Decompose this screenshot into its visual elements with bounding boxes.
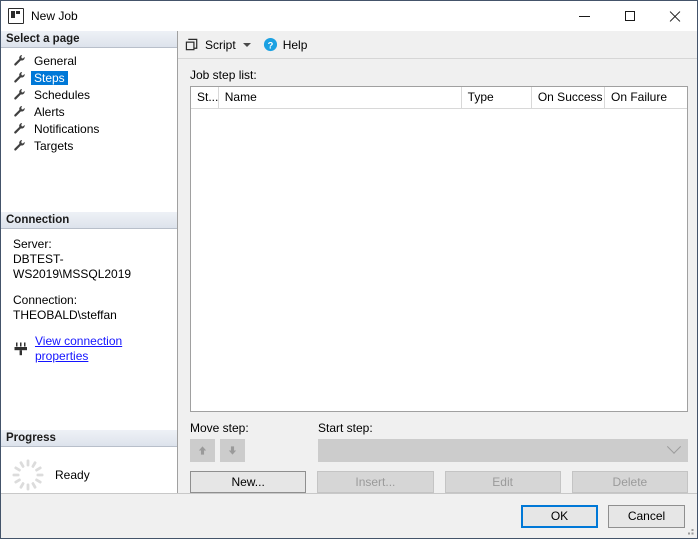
column-header-step-id[interactable]: St... — [191, 87, 219, 108]
sidebar-item-notifications[interactable]: Notifications — [1, 120, 177, 137]
select-page-header: Select a page — [1, 31, 177, 48]
sidebar-item-targets[interactable]: Targets — [1, 137, 177, 154]
move-step-label: Move step: — [190, 421, 249, 435]
sidebar-item-label: Notifications — [34, 121, 100, 136]
sidebar-spacer-bottom — [1, 372, 177, 430]
minimize-button[interactable] — [562, 1, 607, 31]
minimize-icon — [579, 15, 590, 17]
progress-header: Progress — [1, 430, 177, 447]
progress-info: Ready — [1, 447, 177, 493]
progress-status: Ready — [55, 468, 90, 482]
sidebar-item-label: Targets — [34, 138, 74, 153]
script-button-label[interactable]: Script — [205, 38, 236, 52]
edit-step-button[interactable]: Edit — [444, 471, 561, 493]
content-pane: Script ? Help Job step list: St... Name … — [178, 31, 697, 493]
start-step-dropdown[interactable] — [318, 439, 688, 462]
job-step-list-header: St... Name Type On Success On Failure — [191, 87, 687, 109]
sidebar-spacer-top — [1, 154, 177, 212]
move-step-group: Move step: — [190, 421, 318, 462]
close-icon — [669, 10, 681, 22]
view-connection-properties-label: View connection properties — [35, 334, 123, 363]
wrench-icon — [14, 72, 25, 83]
new-step-button[interactable]: New... — [190, 471, 307, 493]
sidebar-item-label: Schedules — [34, 87, 91, 102]
wrench-icon — [14, 106, 25, 117]
chevron-down-icon — [666, 439, 682, 454]
progress-spinner-icon — [12, 459, 44, 491]
delete-step-button[interactable]: Delete — [571, 471, 688, 493]
dialog-body: Select a page General Steps Schedules Al… — [1, 31, 697, 493]
column-header-on-success[interactable]: On Success — [532, 87, 605, 108]
wrench-icon — [14, 89, 25, 100]
wrench-icon — [14, 55, 25, 66]
sidebar-item-schedules[interactable]: Schedules — [1, 86, 177, 103]
server-label: Server: — [13, 237, 52, 251]
step-controls: Move step: Start step: New... Insert... … — [178, 412, 697, 493]
wrench-icon — [14, 140, 25, 151]
steps-panel: Job step list: St... Name Type On Succes… — [178, 59, 697, 412]
sidebar-item-alerts[interactable]: Alerts — [1, 103, 177, 120]
move-step-buttons — [190, 439, 318, 462]
column-header-name[interactable]: Name — [219, 87, 462, 108]
connection-header: Connection — [1, 212, 177, 229]
cancel-button[interactable]: Cancel — [608, 504, 685, 528]
maximize-button[interactable] — [607, 1, 652, 31]
maximize-icon — [624, 11, 635, 21]
start-step-label: Start step: — [318, 421, 373, 435]
close-button[interactable] — [652, 1, 697, 31]
sidebar-item-label: Steps — [31, 70, 68, 85]
window-controls — [562, 1, 697, 31]
sidebar-item-general[interactable]: General — [1, 52, 177, 69]
help-circle-icon[interactable]: ? — [263, 37, 278, 52]
resize-grip-icon[interactable] — [683, 524, 695, 536]
toolbar: Script ? Help — [178, 31, 697, 59]
view-connection-properties-link[interactable]: View connection properties — [13, 334, 177, 364]
job-window-icon — [8, 8, 24, 24]
sidebar-item-label: Alerts — [34, 104, 65, 119]
wrench-icon — [14, 123, 25, 134]
column-header-on-failure[interactable]: On Failure — [605, 87, 687, 108]
dialog-footer: OK Cancel — [1, 493, 697, 538]
new-job-dialog: New Job Select a page General Steps Sche… — [0, 0, 698, 539]
connection-info: Server: DBTEST-WS2019\MSSQL2019 Connecti… — [1, 229, 177, 372]
sidebar-item-steps[interactable]: Steps — [1, 69, 177, 86]
insert-step-button[interactable]: Insert... — [317, 471, 434, 493]
move-step-up-button[interactable] — [190, 439, 215, 462]
chevron-down-icon[interactable] — [242, 42, 251, 47]
server-group: Server: DBTEST-WS2019\MSSQL2019 — [13, 237, 177, 282]
help-button-label[interactable]: Help — [283, 38, 308, 52]
sidebar-item-label: General — [34, 53, 77, 68]
connection-plug-icon — [14, 342, 27, 356]
step-controls-row: Move step: Start step: — [190, 421, 688, 462]
column-header-type[interactable]: Type — [462, 87, 532, 108]
svg-text:?: ? — [267, 40, 273, 50]
page-list: General Steps Schedules Alerts Notificat… — [1, 48, 177, 154]
window-title: New Job — [31, 9, 78, 23]
title-bar: New Job — [1, 1, 697, 31]
server-value: DBTEST-WS2019\MSSQL2019 — [13, 252, 132, 281]
connection-value: THEOBALD\steffan — [13, 308, 117, 322]
start-step-group: Start step: — [318, 421, 688, 462]
connection-label: Connection: — [13, 293, 78, 307]
job-step-list-label: Job step list: — [190, 68, 257, 82]
arrow-up-icon — [198, 446, 207, 455]
move-step-down-button[interactable] — [220, 439, 245, 462]
arrow-down-icon — [228, 446, 237, 455]
connection-group: Connection: THEOBALD\steffan — [13, 293, 177, 323]
job-step-list-rows — [191, 109, 687, 411]
sidebar: Select a page General Steps Schedules Al… — [1, 31, 178, 493]
ok-button[interactable]: OK — [521, 504, 598, 528]
job-step-list[interactable]: St... Name Type On Success On Failure — [190, 86, 688, 412]
step-action-buttons: New... Insert... Edit Delete — [190, 471, 688, 493]
script-icon — [185, 38, 198, 51]
